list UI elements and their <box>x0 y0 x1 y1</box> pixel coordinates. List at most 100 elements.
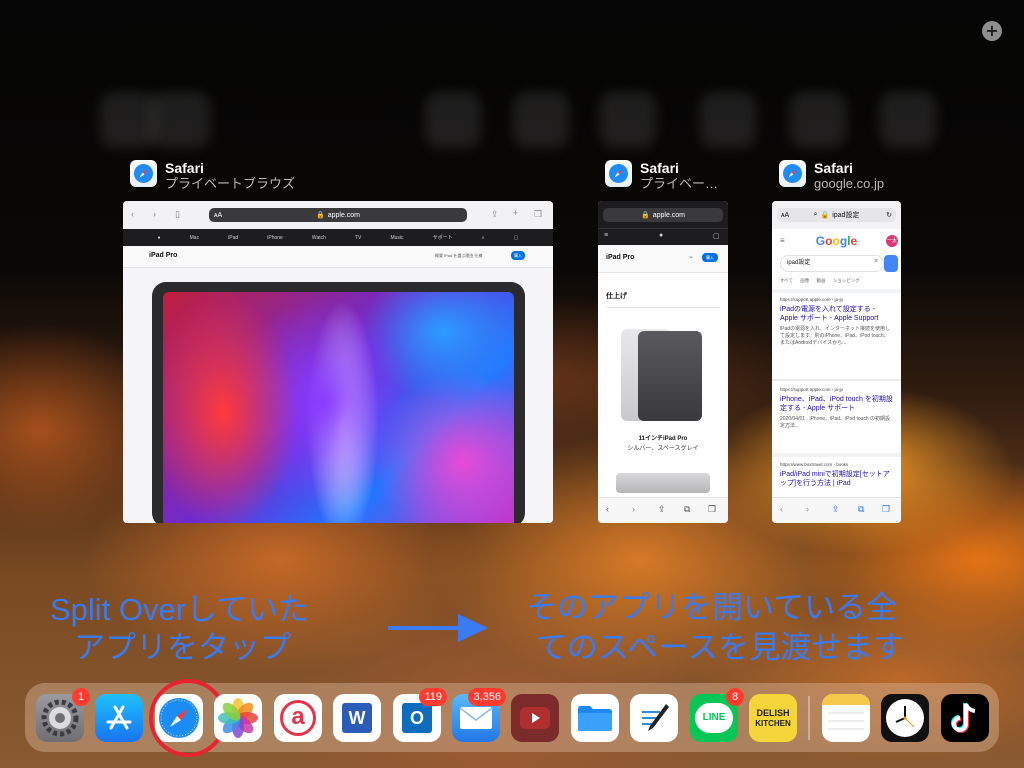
menu-icon: ≡ <box>604 232 609 239</box>
safari-icon <box>779 160 806 187</box>
tabs-icon: ❐ <box>882 504 891 514</box>
nav-item: iPhone <box>267 234 283 241</box>
app-snapshot-safari-3[interactable]: ᴀA ⌕ 🔒 ipad設定 ↻ ≡ Google 一太 ipad設定 × すべて… <box>772 201 901 523</box>
tabs-icon: ❐ <box>708 504 717 514</box>
clock-app-icon[interactable] <box>881 694 929 742</box>
delish-kitchen-app-icon[interactable]: DELISH KITCHEN <box>749 694 797 742</box>
result-source: https://support.apple.com › ja-jp <box>780 387 844 392</box>
back-icon: ‹ <box>780 504 783 514</box>
divider <box>772 289 901 293</box>
back-icon: ‹ <box>131 209 134 219</box>
tiktok-app-icon[interactable] <box>941 694 989 742</box>
app-header-safari-2[interactable]: Safari プライベー… <box>605 160 718 192</box>
section-heading: 仕上げ <box>606 293 627 300</box>
search-button <box>884 255 898 272</box>
annotation-left-line2: アプリをタップ <box>74 630 291 665</box>
share-icon: ⇪ <box>658 504 666 514</box>
mail-app-icon[interactable]: 3,356 <box>452 688 506 742</box>
annotation-right-line2: てのスペースを見渡せます <box>536 630 905 665</box>
product-title: iPad Pro <box>149 252 178 259</box>
address-bar: 🔒 apple.com <box>603 208 723 222</box>
add-space-button[interactable]: + <box>982 21 1002 41</box>
app-name: Safari <box>814 160 853 176</box>
nav-item: TV <box>354 234 362 241</box>
word-app-icon[interactable]: W <box>333 694 381 742</box>
app-header-safari-1[interactable]: Safari プライベートブラウズ <box>130 160 295 192</box>
notes-app-icon[interactable] <box>822 694 870 742</box>
divider <box>606 307 720 308</box>
delish-label: DELISH <box>756 707 790 718</box>
page-hero <box>123 268 553 523</box>
app-subtitle: google.co.jp <box>814 176 885 191</box>
new-tab-icon: + <box>513 208 519 218</box>
reload-icon: ↻ <box>886 212 892 219</box>
product-caption: 11インチiPad Pro <box>638 436 688 442</box>
app-snapshot-safari-2[interactable]: 🔒 apple.com ≡ ● ▢ iPad Pro ⌄ 購入 仕上げ 11イン… <box>598 201 728 523</box>
product-subnav: iPad Pro ⌄ 購入 <box>598 245 728 273</box>
avatar: 一太 <box>886 235 898 247</box>
blurred-home-icons <box>0 92 1024 162</box>
ipad-spacegray-image <box>638 331 702 421</box>
apple-logo-icon: ● <box>659 232 664 239</box>
annotation-right-line1: そのアプリを開いている全 <box>526 590 898 625</box>
kitchen-label: KITCHEN <box>755 718 791 728</box>
pen-note-icon <box>642 704 669 731</box>
safari-toolbar: ᴀA ⌕ 🔒 ipad設定 ↻ <box>772 201 901 229</box>
arrow-right-icon <box>388 626 460 630</box>
settings-app-icon[interactable]: 1 <box>36 688 90 742</box>
notification-badge: 1 <box>72 688 90 706</box>
notification-badge: 119 <box>419 688 447 706</box>
reader-aa: ᴀA <box>214 211 223 219</box>
search-tabs: すべて 画像 動画 ショッピング <box>780 278 860 283</box>
ameba-app-icon[interactable]: a <box>274 694 322 742</box>
notes-lines-icon <box>828 712 864 730</box>
notes-pen-app-icon[interactable] <box>630 694 678 742</box>
nav-item: Music <box>390 234 404 241</box>
app-snapshot-safari-1[interactable]: ‹ › ▯ ᴀA 🔒 apple.com ⇪ + ❐ ● Mac iPad iP… <box>123 201 553 523</box>
safari-bottom-toolbar: ‹ › ⇪ ⧉ ❐ <box>772 497 901 523</box>
forward-icon: › <box>153 209 156 219</box>
nav-item: iPad <box>228 234 239 241</box>
video-app-icon[interactable] <box>511 694 559 742</box>
tiktok-note-icon <box>951 703 976 733</box>
buy-button: 購入 <box>702 253 718 262</box>
divider <box>772 379 901 381</box>
apple-logo-icon: ● <box>157 234 161 241</box>
ameba-logo-icon: a <box>280 700 316 736</box>
product-subnav: iPad Pro 概要 iPad を選ぶ理由 仕様 購入 <box>123 246 553 268</box>
app-name: Safari <box>640 160 679 176</box>
share-icon: ⇪ <box>491 209 499 219</box>
search-result: https://support.apple.com › ja-jp iPadの電… <box>780 297 893 347</box>
lock-icon: 🔒 <box>640 212 650 219</box>
outlook-logo-icon: O <box>402 703 432 733</box>
clock-icon <box>886 699 924 737</box>
lock-icon: 🔒 <box>315 212 325 219</box>
product-thumbnail <box>616 473 710 493</box>
search-icon: ⌕ <box>481 234 485 241</box>
result-title: iPad/iPad miniで初期設定[セットアップ]を行う方法 | iPad <box>780 471 890 487</box>
line-app-icon[interactable]: LINE 8 <box>690 688 744 742</box>
outlook-app-icon[interactable]: O 119 <box>393 688 447 742</box>
share-icon: ⇪ <box>832 504 840 514</box>
ipad-pro-image <box>152 282 525 523</box>
clear-icon: × <box>874 258 879 265</box>
word-logo-icon: W <box>342 703 372 733</box>
bookmarks-icon: ⧉ <box>858 504 865 514</box>
notification-badge: 3,356 <box>468 688 506 706</box>
app-store-icon[interactable] <box>95 694 143 742</box>
dock-divider <box>808 696 810 740</box>
envelope-icon <box>459 707 493 729</box>
result-title: iPadの電源を入れて設定する - Apple サポート - Apple Sup… <box>780 306 879 322</box>
nav-item: Watch <box>311 234 326 241</box>
divider <box>772 453 901 457</box>
files-app-icon[interactable] <box>571 694 619 742</box>
app-header-safari-3[interactable]: Safari google.co.jp <box>779 160 884 192</box>
ipad-wallpaper <box>163 292 514 523</box>
photos-app-icon[interactable] <box>214 694 262 742</box>
google-search-box: ipad設定 <box>780 255 884 272</box>
url-text: apple.com <box>327 211 360 219</box>
search-icon: ⌕ <box>813 211 818 218</box>
folder-icon <box>578 706 612 731</box>
result-source: https://support.apple.com › ja-jp <box>780 297 844 302</box>
result-snippet: 2020/04/01 · iPhone、iPad、iPod touch の初期設… <box>780 416 891 429</box>
